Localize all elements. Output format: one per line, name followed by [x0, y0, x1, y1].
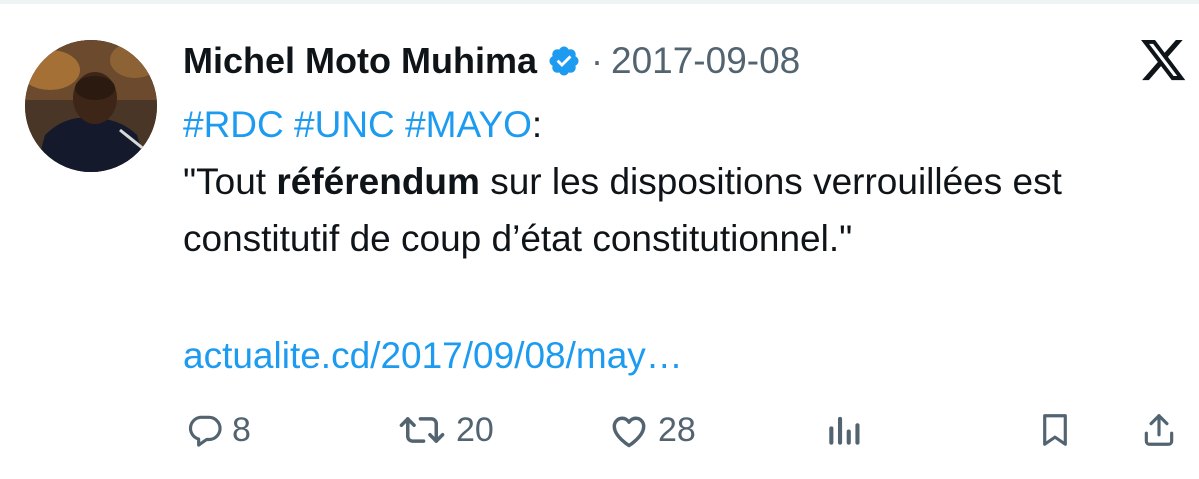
quote-open: "Tout [183, 161, 277, 202]
share-button[interactable] [1140, 400, 1178, 460]
reply-button[interactable]: 8 [186, 400, 251, 460]
link-line: actualite.cd/2017/09/08/may… [183, 327, 683, 384]
quote-bold-word: référendum [276, 161, 480, 202]
action-bar: 8 20 28 [0, 400, 1199, 460]
tweet-date[interactable]: 2017-09-08 [611, 40, 800, 82]
reply-icon [186, 411, 224, 449]
like-count: 28 [658, 410, 696, 449]
bookmark-button[interactable] [1036, 400, 1074, 460]
retweet-icon [396, 411, 448, 449]
retweet-count: 20 [456, 410, 494, 449]
hashtag-suffix: : [531, 104, 543, 145]
avatar[interactable] [25, 40, 157, 172]
author-name[interactable]: Michel Moto Muhima [183, 40, 537, 82]
views-button[interactable] [824, 400, 864, 460]
article-link[interactable]: actualite.cd/2017/09/08/may… [183, 335, 683, 376]
top-divider [0, 0, 1199, 4]
verified-badge-icon [547, 44, 581, 78]
reply-count: 8 [232, 410, 251, 449]
bookmark-icon [1036, 410, 1074, 450]
like-button[interactable]: 28 [608, 400, 696, 460]
heart-icon [608, 411, 650, 449]
quote-text: "Tout référendum sur les dispositions ve… [183, 153, 1173, 267]
separator-dot: · [591, 40, 603, 81]
tweet-text: #RDC #UNC #MAYO: "Tout référendum sur le… [183, 96, 1173, 267]
tweet-header: Michel Moto Muhima · 2017-09-08 [183, 36, 800, 86]
hashtag-mayo[interactable]: #MAYO [405, 104, 532, 145]
avatar-photo [25, 40, 157, 172]
retweet-button[interactable]: 20 [396, 400, 494, 460]
share-icon [1140, 410, 1178, 450]
analytics-icon [824, 411, 864, 449]
hashtag-unc[interactable]: #UNC [294, 104, 395, 145]
hashtag-rdc[interactable]: #RDC [183, 104, 284, 145]
x-logo-icon[interactable] [1141, 40, 1187, 82]
hashtag-line: #RDC #UNC #MAYO: [183, 96, 1173, 153]
